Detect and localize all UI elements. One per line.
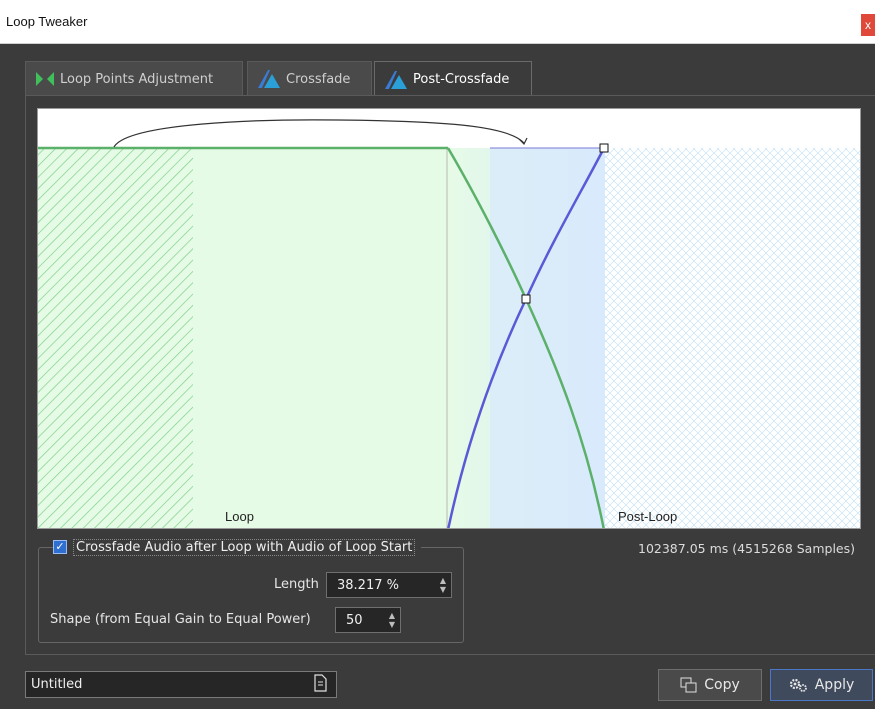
length-info: 102387.05 ms (4515268 Samples) [638,541,856,556]
tab-loop-points-adjustment[interactable]: Loop Points Adjustment [25,61,243,96]
window-title: Loop Tweaker [6,14,88,29]
preset-name-field[interactable]: Untitled [25,671,337,698]
length-stepper-icon[interactable]: ▲ ▼ [440,576,446,594]
copy-button[interactable]: Copy [658,669,762,701]
loop-start-hatching [38,148,193,528]
gears-icon [789,678,807,692]
loop-region [193,148,448,528]
loop-points-icon [36,72,54,86]
crossfade-checkbox[interactable]: ✓ [53,540,67,554]
copy-icon [680,677,697,693]
shape-value: 50 [346,612,363,628]
length-value: 38.217 % [337,577,399,593]
tab-crossfade[interactable]: Crossfade [247,61,372,96]
post-loop-hatching [605,148,860,528]
copy-label: Copy [704,677,740,693]
length-spinbox[interactable]: 38.217 % ▲ ▼ [326,572,452,598]
loop-arrowhead [518,137,528,146]
preset-name: Untitled [31,677,83,692]
loop-region-label: Loop [225,509,254,524]
crossfade-end-handle[interactable] [599,143,609,153]
length-label: Length [274,577,319,592]
loop-arrow [113,119,525,148]
preset-document-icon[interactable] [313,674,327,692]
post-crossfade-icon [385,70,407,89]
close-button[interactable]: x [861,14,875,36]
crossfade-mid-handle[interactable] [521,294,531,304]
crossfade-checkbox-label[interactable]: Crossfade Audio after Loop with Audio of… [73,538,416,556]
tab-label: Loop Points Adjustment [60,71,214,87]
shape-spinbox[interactable]: 50 ▲ ▼ [335,607,401,633]
tab-label: Post-Crossfade [413,72,510,87]
apply-label: Apply [814,677,855,693]
crossfade-icon [258,70,280,88]
title-bar: Loop Tweaker x [0,0,875,44]
tab-label: Crossfade [286,71,351,87]
crossfade-graph[interactable]: Loop Post-Loop [37,108,861,529]
crossfade-checkbox-row[interactable]: ✓ Crossfade Audio after Loop with Audio … [53,538,422,556]
tab-post-crossfade[interactable]: Post-Crossfade [374,61,532,97]
post-loop-region-label: Post-Loop [618,509,678,524]
apply-button[interactable]: Apply [770,669,873,701]
crossfade-graph-svg [38,119,860,528]
shape-stepper-icon[interactable]: ▲ ▼ [389,611,395,629]
shape-label: Shape (from Equal Gain to Equal Power) [50,612,311,627]
